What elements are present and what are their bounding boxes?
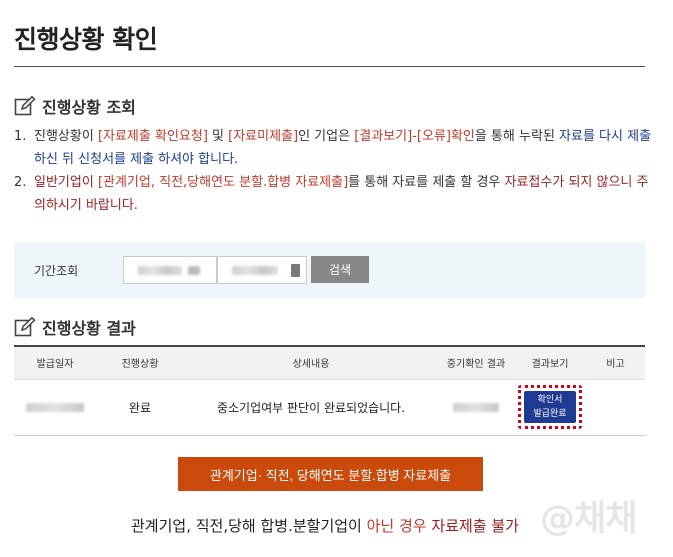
col-header-status: 진행상황 [96, 346, 184, 380]
section-inquiry-title: 진행상황 조회 [42, 98, 136, 117]
notice-item-1: 1. 진행상황이 [자료제출 확인요청] 및 [자료미제출]인 기업은 [결과보… [14, 125, 654, 171]
calendar-icon[interactable] [291, 264, 300, 277]
notice-text-part: 진행상황이 [34, 129, 98, 144]
start-date-input[interactable] [123, 256, 217, 284]
search-button[interactable]: 검색 [311, 256, 369, 283]
redacted-start-date-part [188, 266, 200, 275]
section-inquiry-header: 진행상황 조회 [14, 94, 136, 118]
cell-detail: 중소기업여부 판단이 완료되었습니다. [184, 379, 438, 436]
notice-text-part: 을 통해 누락된 [474, 129, 560, 144]
edit-icon [14, 96, 36, 116]
notice-number: 1. [14, 129, 27, 144]
cell-issue-date [14, 379, 96, 436]
period-search-panel: 기간조회 검색 [14, 242, 645, 298]
period-search-label: 기간조회 [34, 264, 79, 278]
col-header-issue-date: 발급일자 [14, 346, 96, 380]
notice-text: 진행상황이 [자료제출 확인요청] 및 [자료미제출]인 기업은 [결과보기]-… [34, 125, 654, 171]
confirm-button-highlight: 확인서 발급완료 [518, 385, 582, 429]
notice-list: 1. 진행상황이 [자료제출 확인요청] 및 [자료미제출]인 기업은 [결과보… [14, 125, 654, 217]
notice-highlight: [결과보기]-[오류]확인 [354, 129, 475, 144]
table-row: 완료 중소기업여부 판단이 완료되었습니다. 확인서 발급완료 [14, 379, 645, 436]
notice-item-2: 2. 일반기업이 [관계기업, 직전,당해연도 분할.합병 자료제출]를 통해 … [14, 171, 654, 217]
table-header-row: 발급일자 진행상황 상세내용 중기확인 결과 결과보기 비고 [14, 346, 645, 380]
related-company-submit-button[interactable]: 관계기업· 직전, 당해연도 분할.합병 자료제출 [178, 457, 483, 491]
col-header-detail: 상세내용 [184, 346, 438, 380]
result-table: 발급일자 진행상황 상세내용 중기확인 결과 결과보기 비고 완료 중소기업여부… [14, 345, 645, 436]
notice-text-part: 및 [207, 129, 229, 144]
section-result-header: 진행상황 결과 [14, 315, 136, 339]
certificate-issued-button[interactable]: 확인서 발급완료 [524, 391, 576, 423]
col-header-remark: 비고 [586, 346, 645, 380]
cell-remark [586, 379, 645, 436]
redacted-end-date [232, 266, 278, 275]
notice-highlight: [관계기업, 직전,당해연도 분할.합병 자료제출] [97, 175, 349, 190]
bottom-note-text: 관계기업, 직전,당해 합병.분할기업이 [131, 517, 367, 535]
section-result-title: 진행상황 결과 [42, 319, 136, 338]
redacted-issue-date [26, 403, 84, 412]
page-title: 진행상황 확인 [14, 25, 158, 54]
col-header-result: 중기확인 결과 [438, 346, 514, 380]
notice-text-part: 를 통해 자료를 제출 할 경우 [348, 175, 505, 190]
notice-highlight: 일반기업이 [34, 175, 98, 190]
title-divider [14, 66, 645, 67]
notice-text: 일반기업이 [관계기업, 직전,당해연도 분할.합병 자료제출]를 통해 자료를… [34, 171, 654, 217]
cell-result [438, 379, 514, 436]
bottom-note-highlight-2: 자료제출 불가 [426, 517, 519, 535]
redacted-result [453, 403, 499, 412]
notice-text-part: 인 기업은 [298, 129, 355, 144]
redacted-start-date [138, 266, 182, 275]
cell-status: 완료 [96, 379, 184, 436]
watermark: @채채 [540, 499, 637, 539]
end-date-input[interactable] [217, 256, 307, 284]
notice-highlight: [자료미제출] [228, 129, 299, 144]
cell-view: 확인서 발급완료 [514, 379, 586, 436]
certificate-button-line1: 확인서 [537, 395, 563, 405]
notice-number: 2. [14, 175, 27, 190]
edit-icon [14, 317, 36, 337]
notice-highlight: [자료제출 확인요청] [97, 129, 208, 144]
bottom-note-highlight: 아닌 경우 [366, 517, 427, 535]
certificate-button-line2: 발급완료 [533, 409, 567, 419]
col-header-view: 결과보기 [514, 346, 586, 380]
bottom-note: 관계기업, 직전,당해 합병.분할기업이 아닌 경우 자료제출 불가 [131, 515, 519, 536]
